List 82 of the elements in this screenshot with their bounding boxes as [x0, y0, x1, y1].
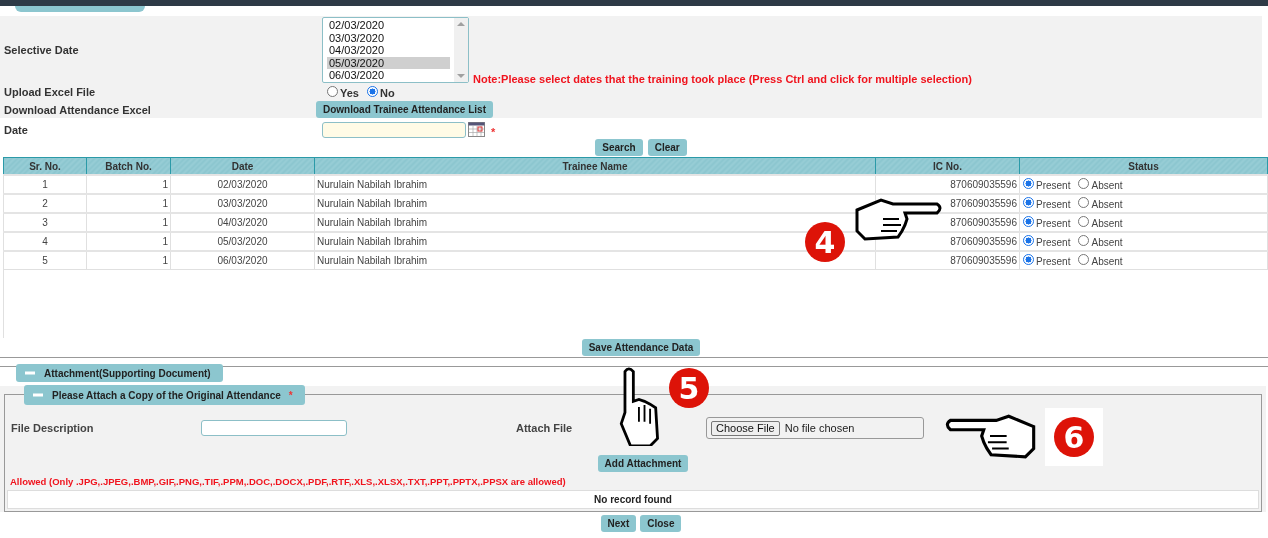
radio-button[interactable]: [327, 85, 338, 97]
allowed-note: Allowed (Only .JPG,.JPEG,.BMP,.GIF,.PNG,.TIF,.PPM,.DOC,.DOCX,.PDF,.RTF,.XLS,.XLSX,.TXT,.PPT,.PPTX,.PPSX are allowed): [9, 475, 567, 487]
table-cell: 04/03/2020: [170, 213, 315, 232]
scrollbar-icon[interactable]: [454, 18, 468, 82]
field-label: Download Attendance Excel: [3, 103, 152, 116]
file-field[interactable]: Choose File No file chosen: [706, 417, 924, 439]
date-option[interactable]: 05/03/2020: [327, 56, 450, 70]
table-cell: 1: [86, 213, 171, 232]
radio-button[interactable]: [1078, 197, 1090, 208]
radio-button[interactable]: [1078, 254, 1090, 265]
date-listbox[interactable]: 02/03/2020 03/03/2020 04/03/2020 05/03/2020 06/03/2020: [322, 17, 469, 83]
column-header: IC No.: [875, 157, 1020, 175]
calendar-icon[interactable]: [468, 121, 485, 137]
date-option[interactable]: 06/03/2020: [327, 69, 450, 82]
table-cell: 870609035596: [875, 175, 1020, 194]
radio-label: Present: [1036, 237, 1071, 248]
column-header: Trainee Name: [314, 157, 876, 175]
description-field[interactable]: [201, 420, 347, 436]
radio-button[interactable]: [1023, 197, 1034, 208]
empty-message: No record found: [7, 490, 1259, 509]
radio-button[interactable]: [1078, 216, 1090, 227]
radio-label: Present: [1036, 256, 1071, 267]
date-option[interactable]: 04/03/2020: [327, 44, 450, 57]
section-tab[interactable]: Attachment(Supporting Document): [16, 364, 223, 382]
table-cell: 4: [3, 232, 87, 251]
radio-button[interactable]: [1078, 178, 1090, 189]
table-cell: 06/03/2020: [170, 251, 315, 270]
table-cell: Nurulain Nabilah Ibrahim: [314, 175, 876, 194]
radio-button[interactable]: [1078, 235, 1090, 246]
table-cell: 2: [3, 194, 87, 213]
radio-label: Absent: [1091, 218, 1123, 229]
download-button[interactable]: Download Trainee Attendance List: [316, 101, 493, 118]
date-option[interactable]: 03/03/2020: [327, 31, 450, 45]
field-label: Upload Excel File: [3, 86, 97, 98]
radio-button[interactable]: [366, 85, 378, 97]
table-cell: 1: [86, 175, 171, 194]
radio-button[interactable]: [1023, 235, 1034, 246]
column-header: Sr. No.: [3, 157, 87, 175]
section-tab[interactable]: Please Attach a Copy of the Original Attendance *: [24, 385, 305, 405]
table-cell: 02/03/2020: [170, 175, 315, 194]
radio-label: Present: [1036, 218, 1071, 229]
step-badge: 4: [805, 222, 845, 262]
date-field[interactable]: [322, 121, 466, 138]
file-status: No file chosen: [784, 422, 855, 434]
radio-label: Absent: [1091, 256, 1123, 267]
footer-button[interactable]: Next: [600, 515, 637, 532]
add-attachment-button[interactable]: Add Attachment: [597, 455, 689, 472]
column-header: Date: [170, 157, 315, 175]
table-cell: 3: [3, 213, 87, 232]
table-cell: 1: [86, 251, 171, 270]
radio-button[interactable]: [1023, 216, 1034, 227]
table-cell: 1: [3, 175, 87, 194]
column-header: Batch No.: [86, 157, 171, 175]
table-cell: 870609035596: [875, 251, 1020, 270]
date-option[interactable]: 02/03/2020: [327, 19, 450, 32]
table-cell: 05/03/2020: [170, 232, 315, 251]
radio-label: Present: [1036, 199, 1071, 210]
column-header: Status: [1019, 157, 1268, 175]
radio-label: Absent: [1091, 237, 1123, 248]
note-text: Note:Please select dates that the training took place (Press Ctrl and click for multiple selection): [473, 73, 972, 85]
field-label: Date: [3, 123, 29, 136]
radio-label: Yes: [340, 87, 359, 99]
field-label: Attach File: [516, 422, 574, 434]
radio-label: Absent: [1091, 180, 1123, 191]
choose-file-button[interactable]: Choose File: [711, 420, 780, 436]
table-cell: 1: [86, 194, 171, 213]
field-label: Selective Date: [3, 44, 80, 56]
footer-button[interactable]: Close: [640, 515, 682, 532]
table-cell: 5: [3, 251, 87, 270]
field-label: File Description: [11, 422, 95, 434]
action-button[interactable]: Search: [595, 139, 643, 156]
action-button[interactable]: Clear: [647, 139, 687, 156]
table-cell: 1: [86, 232, 171, 251]
radio-button[interactable]: [1023, 178, 1034, 189]
radio-button[interactable]: [1023, 254, 1034, 265]
radio-label: Absent: [1091, 199, 1123, 210]
required-mark: *: [491, 125, 496, 138]
save-button[interactable]: Save Attendance Data: [581, 339, 701, 356]
table-cell: 03/03/2020: [170, 194, 315, 213]
radio-label: No: [379, 87, 395, 99]
step-badge: 6: [1054, 417, 1094, 457]
radio-label: Present: [1036, 180, 1071, 191]
